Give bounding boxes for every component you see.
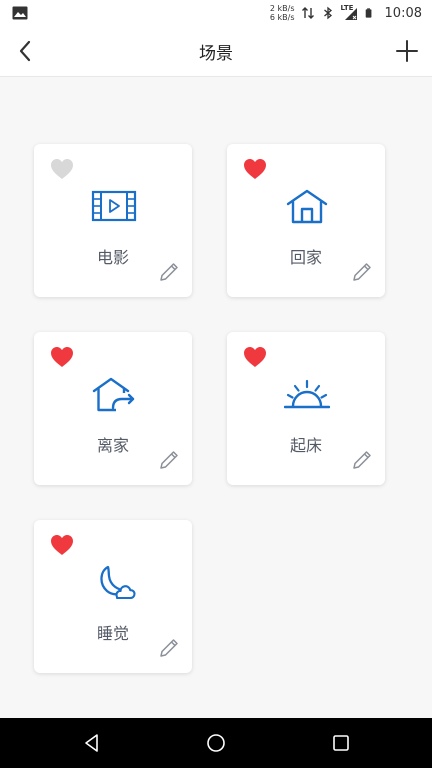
battery-icon	[365, 8, 371, 18]
signal-strength-icon	[344, 8, 357, 20]
pencil-icon[interactable]	[158, 637, 180, 659]
scene-card-leave-home[interactable]: 离家	[34, 332, 192, 485]
pencil-icon[interactable]	[351, 449, 373, 471]
app-bar: 场景	[0, 26, 432, 77]
add-scene-button[interactable]	[392, 37, 422, 65]
heart-icon[interactable]	[50, 158, 74, 180]
pencil-icon[interactable]	[351, 261, 373, 283]
scene-card-wake-up[interactable]: 起床	[227, 332, 385, 485]
scene-card-sleep[interactable]: 睡觉	[34, 520, 192, 673]
status-bar: 2 kB/s 6 kB/s LTE 10:08	[0, 0, 432, 26]
clock: 10:08	[384, 5, 422, 21]
heart-icon[interactable]	[50, 346, 74, 368]
nav-home-icon[interactable]	[205, 732, 227, 754]
heart-icon[interactable]	[243, 346, 267, 368]
status-icons: 2 kB/s 6 kB/s LTE 10:08	[270, 3, 422, 23]
network-speed-down: 6 kB/s	[269, 13, 295, 22]
system-navigation-bar	[0, 718, 432, 768]
nav-back-icon[interactable]	[81, 732, 103, 754]
sunrise-icon	[284, 379, 330, 409]
leave-home-icon	[92, 377, 135, 412]
nav-recent-apps-icon[interactable]	[330, 732, 352, 754]
film-icon	[91, 190, 137, 222]
pencil-icon[interactable]	[158, 449, 180, 471]
image-notification-icon	[12, 6, 28, 20]
page-title: 场景	[199, 44, 233, 64]
network-speed: 2 kB/s 6 kB/s	[270, 4, 295, 22]
data-transfer-icon	[301, 7, 314, 19]
plus-icon	[396, 40, 418, 62]
heart-icon[interactable]	[50, 534, 74, 556]
scene-card-come-home[interactable]: 回家	[227, 144, 385, 297]
pencil-icon[interactable]	[158, 261, 180, 283]
moon-cloud-icon	[100, 565, 136, 600]
bluetooth-icon	[323, 6, 332, 20]
scene-card-movie[interactable]: 电影	[34, 144, 192, 297]
scene-list: 电影 回家 离家 起床 睡觉	[0, 77, 432, 717]
network-speed-up: 2 kB/s	[269, 4, 295, 13]
home-icon	[286, 189, 328, 224]
cellular-signal: LTE	[341, 4, 359, 21]
heart-icon[interactable]	[243, 158, 267, 180]
